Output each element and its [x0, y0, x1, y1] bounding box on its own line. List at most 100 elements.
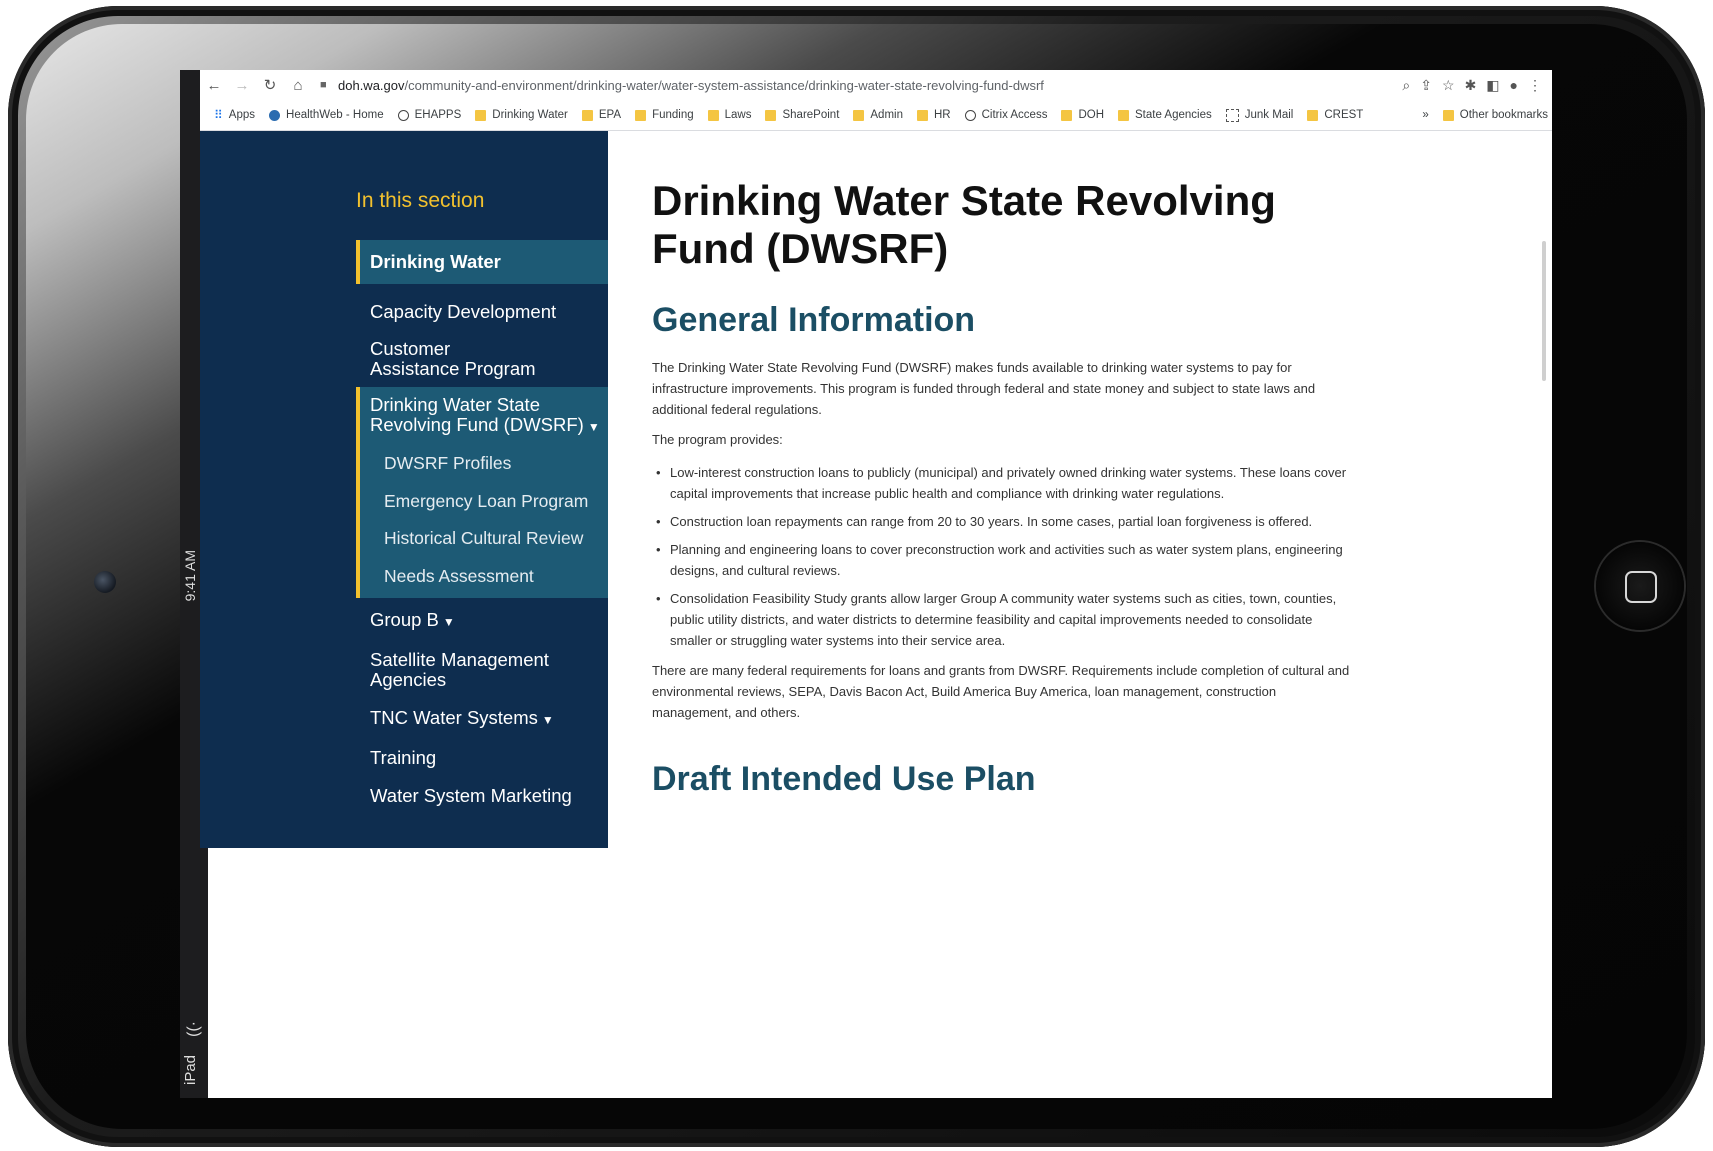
sidebar-item-training[interactable]: Training: [356, 748, 608, 768]
bookmark-ehapps[interactable]: EHAPPS: [397, 109, 462, 121]
section-nav: Drinking Water Capacity Development Cust…: [356, 240, 608, 806]
next-section-heading: Draft Intended Use Plan: [652, 760, 1036, 798]
sidebar-item-group-b[interactable]: Group B ▼: [356, 610, 608, 632]
toolbar-actions: ⌕ ⇪ ☆ ✱ ◧ ● ⋮: [1402, 77, 1552, 94]
bookmark-apps[interactable]: ⠿ Apps: [214, 108, 255, 122]
bookmark-label: HR: [934, 109, 951, 121]
sidepanel-icon[interactable]: ◧: [1486, 77, 1499, 94]
bookmark-drinking-water[interactable]: Drinking Water: [475, 109, 568, 121]
sidebar-subitem-dwsrf-profiles[interactable]: DWSRF Profiles: [370, 453, 602, 473]
bookmark-label: Junk Mail: [1244, 109, 1294, 121]
reload-icon[interactable]: ↻: [256, 76, 284, 94]
menu-icon[interactable]: ⋮: [1528, 77, 1542, 94]
ipad-screen: 9:41 AM ((· iPad ← → ↻ ⌂ ■ doh.wa.gov/co…: [180, 70, 1552, 1098]
sidebar-group-dwsrf: Drinking Water State Revolving Fund (DWS…: [356, 387, 608, 598]
bookmark-junk-mail[interactable]: Junk Mail: [1225, 108, 1294, 122]
bookmark-hr[interactable]: HR: [917, 109, 951, 121]
lock-icon: ■: [320, 79, 327, 91]
folder-icon: [853, 109, 865, 121]
sidebar-item-label: Group B: [370, 609, 439, 630]
sidebar-item-label: TNC Water Systems: [370, 707, 538, 728]
bookmark-label: HealthWeb - Home: [286, 109, 384, 121]
scrollbar-thumb[interactable]: [1542, 241, 1546, 381]
sidebar-item-capacity-development[interactable]: Capacity Development: [356, 302, 608, 322]
page-title: Drinking Water State Revolving Fund (DWS…: [652, 177, 1276, 272]
sidebar-subitem-needs-assessment[interactable]: Needs Assessment: [370, 566, 602, 586]
bookmark-label: State Agencies: [1135, 109, 1212, 121]
caret-down-icon: ▼: [541, 713, 554, 727]
web-page: In this section Drinking Water Capacity …: [200, 131, 1552, 848]
site-icon: [269, 109, 281, 121]
share-icon[interactable]: ⇪: [1420, 77, 1432, 94]
browser-toolbar: ← → ↻ ⌂ ■ doh.wa.gov/community-and-envir…: [200, 70, 1552, 100]
sidebar-subitem-historical-cultural[interactable]: Historical Cultural Review: [370, 528, 602, 548]
address-bar[interactable]: ■ doh.wa.gov/community-and-environment/d…: [320, 73, 1402, 97]
sidebar-item-drinking-water[interactable]: Drinking Water: [356, 240, 608, 284]
sidebar-subitem-emergency-loan[interactable]: Emergency Loan Program: [370, 491, 602, 511]
profile-icon[interactable]: ●: [1510, 77, 1518, 94]
bookmark-label: Drinking Water: [492, 109, 568, 121]
bookmark-sharepoint[interactable]: SharePoint: [765, 109, 839, 121]
section-sidebar: In this section Drinking Water Capacity …: [200, 131, 608, 848]
bookmark-crest[interactable]: CREST: [1307, 109, 1363, 121]
bookmark-funding[interactable]: Funding: [635, 109, 694, 121]
folder-icon: [635, 109, 647, 121]
globe-icon: [397, 109, 409, 121]
folder-icon: [707, 109, 719, 121]
bookmark-label: Laws: [724, 109, 752, 121]
bookmark-healthweb[interactable]: HealthWeb - Home: [269, 109, 384, 121]
device-label: iPad: [182, 1054, 199, 1086]
bookmark-label: CREST: [1324, 109, 1364, 121]
folder-icon: [1061, 109, 1073, 121]
globe-icon: [964, 109, 976, 121]
folder-icon: [917, 109, 928, 121]
section-heading: General Information: [652, 301, 976, 339]
bookmark-label: EPA: [598, 109, 622, 121]
folder-icon: [1118, 109, 1130, 121]
bookmark-label: SharePoint: [782, 109, 840, 121]
caret-down-icon: ▼: [587, 420, 600, 434]
apps-grid-icon: ⠿: [214, 108, 223, 122]
sidebar-item-water-system-marketing[interactable]: Water System Marketing: [356, 786, 608, 806]
bookmark-admin[interactable]: Admin: [853, 109, 903, 121]
folder-icon: [475, 109, 487, 121]
url-path: /community-and-environment/drinking-wate…: [404, 77, 1044, 93]
camera-icon: [94, 571, 116, 593]
provides-label: The program provides:: [652, 432, 783, 447]
bookmark-label: Admin: [870, 109, 903, 121]
bookmark-state-agencies[interactable]: State Agencies: [1118, 109, 1212, 121]
bookmark-laws[interactable]: Laws: [707, 109, 752, 121]
caret-down-icon: ▼: [442, 615, 455, 629]
more-bookmarks-button[interactable]: »: [1422, 109, 1428, 121]
bookmarks-bar: ⠿ Apps HealthWeb - Home EHAPPS Drinking W…: [200, 100, 1552, 131]
provides-list: Low-interest construction loans to publi…: [652, 462, 1352, 658]
bookmark-label: Apps: [228, 109, 256, 121]
bookmark-doh[interactable]: DOH: [1061, 109, 1104, 121]
bookmark-label: EHAPPS: [414, 109, 462, 121]
home-icon[interactable]: ⌂: [284, 77, 312, 94]
bookmark-label: DOH: [1078, 109, 1105, 121]
extensions-icon[interactable]: ✱: [1465, 77, 1477, 94]
bookmark-label: Funding: [652, 109, 694, 121]
bookmark-epa[interactable]: EPA: [581, 109, 622, 121]
bookmark-label: Other bookmarks: [1459, 109, 1548, 121]
sidebar-item-label: Drinking Water State Revolving Fund (DWS…: [370, 394, 584, 435]
browser-window: ← → ↻ ⌂ ■ doh.wa.gov/community-and-envir…: [200, 70, 1552, 848]
folder-icon: [581, 109, 593, 121]
forward-arrow-icon[interactable]: →: [228, 77, 256, 94]
url-domain: doh.wa.gov: [338, 77, 405, 93]
sidebar-item-customer-assistance[interactable]: Customer Assistance Program: [356, 339, 550, 379]
bookmark-citrix[interactable]: Citrix Access: [964, 109, 1048, 121]
other-bookmarks[interactable]: Other bookmarks: [1442, 109, 1548, 121]
home-button[interactable]: [1596, 542, 1684, 630]
back-arrow-icon[interactable]: ←: [200, 77, 228, 94]
sidebar-item-satellite-management[interactable]: Satellite Management Agencies: [356, 650, 570, 690]
home-square-icon: [1625, 571, 1657, 603]
bookmark-label: Citrix Access: [981, 109, 1048, 121]
requirements-paragraph: There are many federal requirements for …: [652, 663, 1350, 720]
star-icon[interactable]: ☆: [1442, 77, 1455, 94]
zoom-icon[interactable]: ⌕: [1402, 77, 1410, 94]
wifi-icon: ((·: [184, 1021, 202, 1037]
sidebar-item-tnc-water-systems[interactable]: TNC Water Systems ▼: [356, 708, 608, 730]
sidebar-item-dwsrf[interactable]: Drinking Water State Revolving Fund (DWS…: [370, 395, 602, 437]
